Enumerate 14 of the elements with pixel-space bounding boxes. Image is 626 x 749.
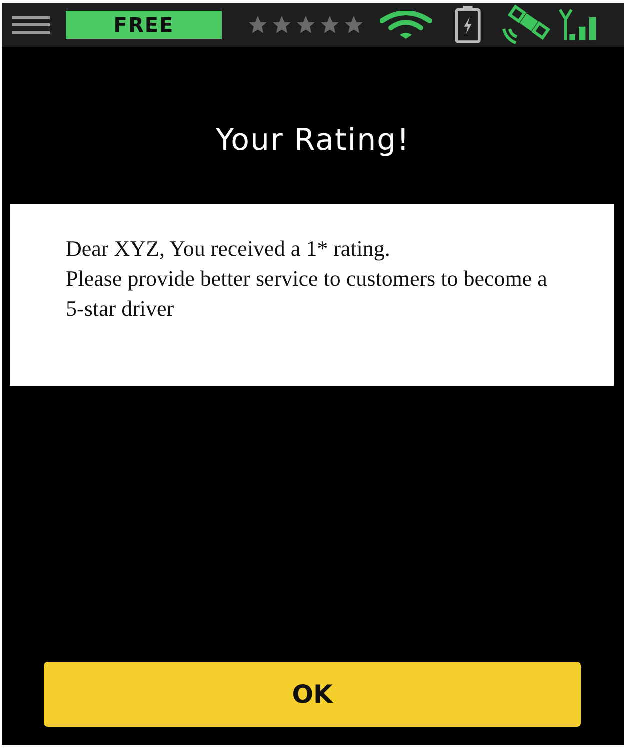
wifi-icon bbox=[380, 11, 432, 39]
star-icon bbox=[272, 15, 292, 35]
plan-badge: FREE bbox=[66, 11, 222, 39]
star-icon bbox=[344, 15, 364, 35]
star-icon bbox=[296, 15, 316, 35]
menu-icon[interactable] bbox=[12, 15, 50, 35]
satellite-icon bbox=[500, 5, 552, 45]
star-icon bbox=[248, 15, 268, 35]
dialog-title: Your Rating! bbox=[216, 123, 410, 158]
battery-icon bbox=[454, 6, 482, 44]
ok-button[interactable]: OK bbox=[44, 662, 581, 727]
star-icon bbox=[320, 15, 340, 35]
message-text: Please provide better service to customers to become a 5-star driver bbox=[66, 265, 548, 323]
message-text: Dear XYZ, You received a 1* rating. bbox=[66, 235, 392, 263]
